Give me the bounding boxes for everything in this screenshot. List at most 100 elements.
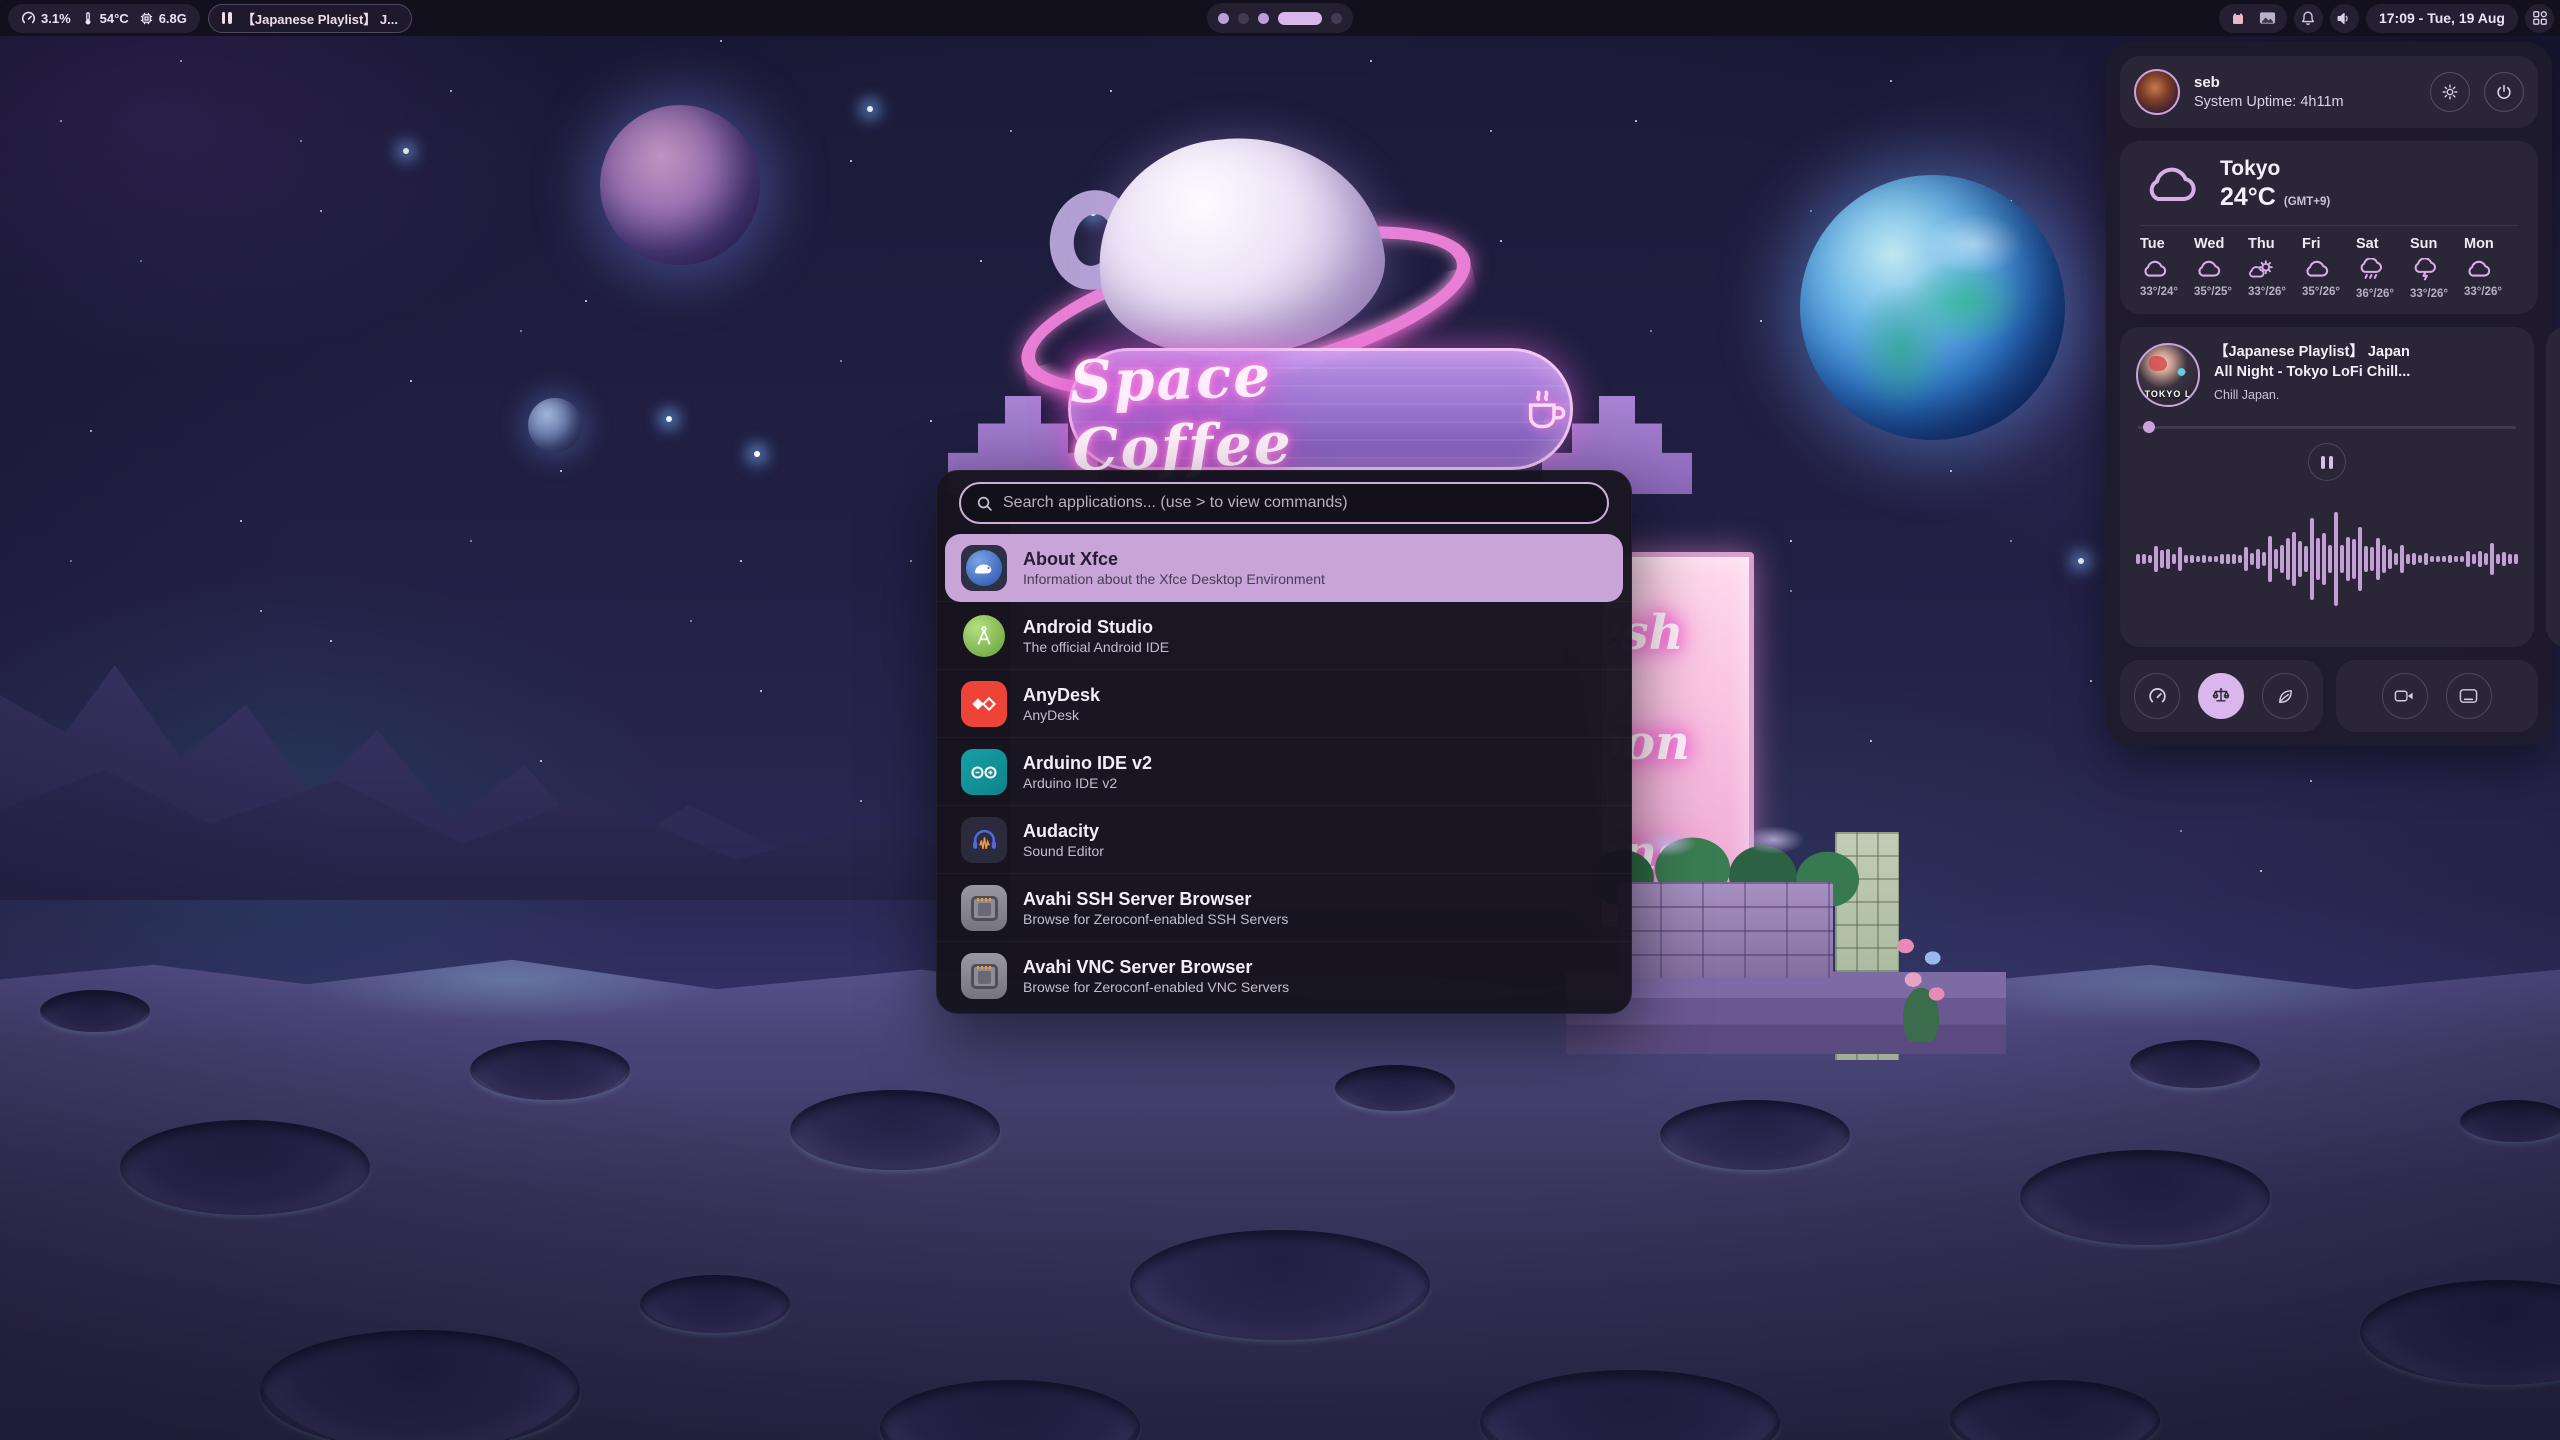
crater bbox=[40, 990, 150, 1032]
system-tray[interactable] bbox=[2219, 4, 2287, 33]
weather-city: Tokyo bbox=[2220, 157, 2330, 181]
media-player-card: TOKYO L 【Japanese Playlist】 Japan All Ni… bbox=[2120, 327, 2534, 647]
forecast-day: Mon 33°/26° bbox=[2464, 236, 2518, 300]
power-button[interactable] bbox=[2484, 72, 2524, 112]
bright-star bbox=[666, 416, 672, 422]
visualizer-bar bbox=[2226, 554, 2230, 563]
notifications-button[interactable] bbox=[2294, 4, 2323, 33]
app-row-avahi-ssh[interactable]: Avahi SSH Server Browser Browse for Zero… bbox=[937, 874, 1631, 942]
screenshot-tray-icon[interactable] bbox=[2259, 11, 2276, 25]
forecast-day-label: Wed bbox=[2194, 236, 2224, 252]
cpu-value: 3.1% bbox=[41, 11, 71, 26]
balanced-profile-button[interactable] bbox=[2198, 673, 2244, 719]
cloud-icon bbox=[2464, 258, 2494, 280]
forecast-temps: 35°/25° bbox=[2194, 286, 2232, 298]
avatar[interactable] bbox=[2134, 69, 2180, 115]
audio-visualizer bbox=[2136, 481, 2518, 637]
screen-record-button[interactable] bbox=[2382, 673, 2428, 719]
user-card: seb System Uptime: 4h11m bbox=[2120, 56, 2538, 128]
sun-cloud-icon bbox=[2248, 258, 2278, 280]
app-row-android-studio[interactable]: Android Studio The official Android IDE bbox=[937, 602, 1631, 670]
now-playing-pill[interactable]: 【Japanese Playlist】 J... bbox=[208, 4, 412, 33]
rain-cloud-icon bbox=[2356, 258, 2386, 282]
scales-icon bbox=[2211, 686, 2231, 706]
performance-profile-button[interactable] bbox=[2134, 673, 2180, 719]
search-bar[interactable] bbox=[959, 482, 1609, 524]
workspace-dot-active[interactable] bbox=[1278, 12, 1322, 25]
power-icon bbox=[2495, 83, 2513, 101]
visualizer-bar bbox=[2358, 527, 2362, 591]
visualizer-bar bbox=[2214, 556, 2218, 562]
app-description: Arduino IDE v2 bbox=[1023, 774, 1152, 792]
visualizer-bar bbox=[2490, 543, 2494, 574]
crater bbox=[120, 1120, 370, 1215]
app-description: Sound Editor bbox=[1023, 842, 1104, 860]
visualizer-bar bbox=[2388, 549, 2392, 570]
workspace-dot-on[interactable] bbox=[1218, 13, 1229, 24]
visualizer-bar bbox=[2370, 547, 2374, 571]
visualizer-bar bbox=[2376, 538, 2380, 580]
system-stats-pill[interactable]: 3.1% 54°C 6.8G bbox=[8, 4, 200, 33]
app-title: Android Studio bbox=[1023, 616, 1169, 639]
crater bbox=[1335, 1065, 1455, 1111]
app-list: About Xfce Information about the Xfce De… bbox=[937, 534, 1631, 1010]
forecast-day-label: Mon bbox=[2464, 236, 2494, 252]
bright-star bbox=[754, 451, 760, 457]
powersave-profile-button[interactable] bbox=[2262, 673, 2308, 719]
visualizer-bar bbox=[2502, 552, 2506, 566]
app-grid-button[interactable] bbox=[2525, 4, 2554, 33]
visualizer-bar bbox=[2496, 554, 2500, 563]
visualizer-bar bbox=[2298, 541, 2302, 577]
visualizer-bar bbox=[2250, 553, 2254, 566]
forecast-day: Wed 35°/25° bbox=[2194, 236, 2248, 300]
visualizer-bar bbox=[2316, 538, 2320, 580]
search-input[interactable] bbox=[1003, 494, 1592, 512]
visualizer-bar bbox=[2460, 556, 2464, 563]
visualizer-bar bbox=[2286, 538, 2290, 580]
visualizer-bar bbox=[2406, 554, 2410, 564]
thermometer-icon bbox=[81, 11, 95, 26]
app-description: Browse for Zeroconf-enabled VNC Servers bbox=[1023, 978, 1289, 996]
app-row-audacity[interactable]: Audacity Sound Editor bbox=[937, 806, 1631, 874]
visualizer-bar bbox=[2208, 556, 2212, 562]
cloud-icon bbox=[2140, 258, 2170, 280]
clock-pill[interactable]: 17:09 - Tue, 19 Aug bbox=[2366, 4, 2518, 33]
app-row-anydesk[interactable]: AnyDesk AnyDesk bbox=[937, 670, 1631, 738]
crater bbox=[1660, 1100, 1850, 1170]
tray-app-icon[interactable] bbox=[2230, 10, 2246, 26]
visualizer-bar bbox=[2304, 546, 2308, 572]
media-title-line2: All Night - Tokyo LoFi Chill... bbox=[2214, 364, 2410, 380]
visualizer-bar bbox=[2346, 537, 2350, 582]
workspace-dot-off[interactable] bbox=[1331, 13, 1342, 24]
forecast-day-label: Sun bbox=[2410, 236, 2437, 252]
media-progress-slider[interactable] bbox=[2138, 421, 2516, 433]
control-sidebar: seb System Uptime: 4h11m Tokyo 24°C (GMT… bbox=[2106, 42, 2552, 746]
screenshot-button[interactable] bbox=[2446, 673, 2492, 719]
visualizer-bar bbox=[2184, 555, 2188, 564]
volume-button[interactable] bbox=[2330, 4, 2359, 33]
android-studio-icon bbox=[961, 613, 1007, 659]
visualizer-bar bbox=[2256, 549, 2260, 569]
visualizer-bar bbox=[2280, 545, 2284, 573]
now-playing-label: 【Japanese Playlist】 J... bbox=[242, 9, 398, 28]
cloud-icon bbox=[2302, 258, 2332, 280]
app-row-about-xfce[interactable]: About Xfce Information about the Xfce De… bbox=[945, 534, 1623, 602]
workspace-dot-on[interactable] bbox=[1258, 13, 1269, 24]
forecast-temps: 35°/26° bbox=[2302, 286, 2340, 298]
album-art-text: TOKYO L bbox=[2138, 389, 2198, 399]
app-row-arduino[interactable]: Arduino IDE v2 Arduino IDE v2 bbox=[937, 738, 1631, 806]
speaker-icon bbox=[2336, 11, 2352, 26]
visualizer-bar bbox=[2172, 554, 2176, 563]
workspace-dot-off[interactable] bbox=[1238, 13, 1249, 24]
app-row-avahi-vnc[interactable]: Avahi VNC Server Browser Browse for Zero… bbox=[937, 942, 1631, 1010]
visualizer-bar bbox=[2442, 556, 2446, 563]
visualizer-bar bbox=[2244, 547, 2248, 570]
xfce-mouse-icon bbox=[972, 560, 996, 577]
forecast-day-label: Thu bbox=[2248, 236, 2275, 252]
media-progress-knob[interactable] bbox=[2143, 421, 2155, 433]
visualizer-bar bbox=[2352, 539, 2356, 578]
visualizer-bar bbox=[2340, 545, 2344, 573]
compass-icon bbox=[973, 625, 995, 647]
settings-button[interactable] bbox=[2430, 72, 2470, 112]
pause-button[interactable] bbox=[2308, 443, 2346, 481]
